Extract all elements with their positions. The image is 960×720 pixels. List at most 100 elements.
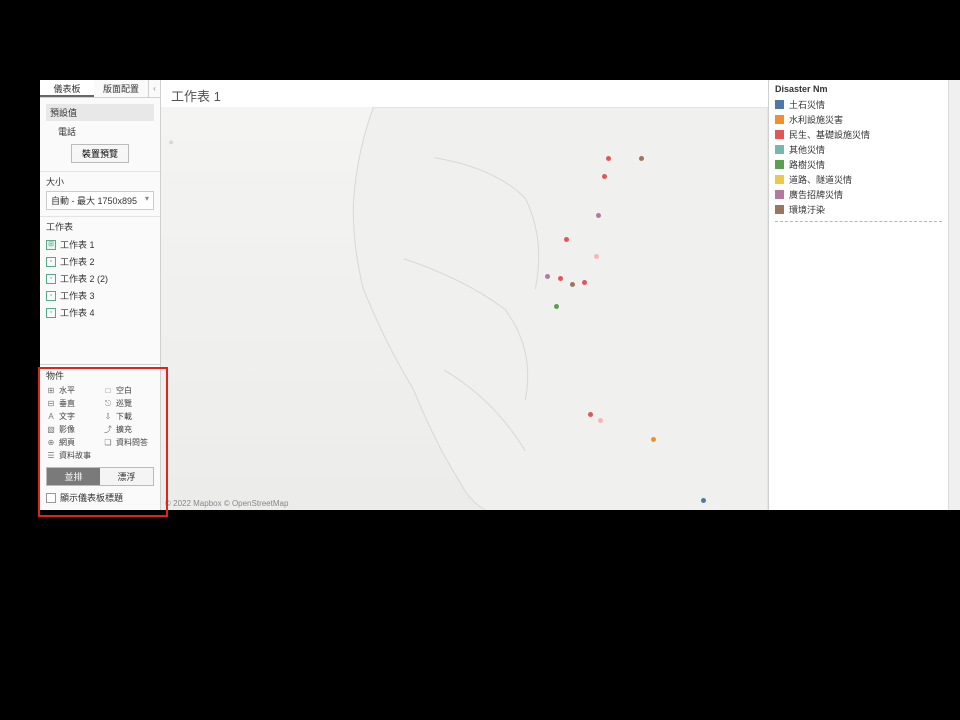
sheet-item[interactable]: ▫ 工作表 3 [46,287,154,304]
object-icon: ❏ [103,438,113,448]
sheet-title: 工作表 1 [161,80,768,107]
legend-item[interactable]: 道路、隧道災情 [775,172,942,187]
device-preview-button[interactable]: 裝置預覽 [71,144,129,163]
sheet-item[interactable]: ▫工作表 2 [46,253,154,270]
legend-label: 道路、隧道災情 [789,173,852,186]
sheet-icon: ▫ [46,308,56,318]
object-icon: A [46,412,56,422]
object-label: 巡覽 [116,398,132,409]
sheet-label: 工作表 1 [60,238,95,251]
mode-tiled-button[interactable]: 並排 [47,468,100,485]
object-label: 水平 [59,385,75,396]
map-attribution: © 2022 Mapbox © OpenStreetMap [165,499,288,508]
object-item[interactable]: ❏資料問答 [103,437,154,448]
object-label: 擴充 [116,424,132,435]
object-item[interactable]: ☰資料故事 [46,450,97,461]
object-item[interactable]: ⊞水平 [46,385,97,396]
object-item[interactable]: ⊕網頁 [46,437,97,448]
object-item[interactable]: ▧影像 [46,424,97,435]
legend-title: Disaster Nm [775,84,942,94]
taiwan-outline [161,107,768,510]
show-title-checkbox[interactable] [46,493,56,503]
legend-swatch [775,145,784,154]
legend-label: 土石災情 [789,98,825,111]
legend-item[interactable]: 土石災情 [775,97,942,112]
size-label: 大小 [40,171,160,189]
legend-swatch [775,205,784,214]
objects-title: 物件 [46,369,154,382]
legend-divider [775,221,942,222]
legend-label: 水利設施災害 [789,113,843,126]
object-icon: ⇩ [103,412,113,422]
object-label: 資料問答 [116,437,148,448]
tab-dashboard[interactable]: 儀表板 [40,80,94,97]
object-icon: ⊕ [46,438,56,448]
object-item[interactable]: ⇩下載 [103,411,154,422]
objects-panel: 物件 ⊞水平 □空白 ⊟垂直 ⎋巡覽 A文字 ⇩下載 ▧影像 ⤴擴充 ⊕網頁 ❏資料問答 ☰資料故事… [40,364,160,510]
data-point[interactable] [588,412,593,417]
legend-swatch [775,175,784,184]
object-label: 資料故事 [59,450,91,461]
legend-swatch [775,160,784,169]
legend-label: 廣告招牌災情 [789,188,843,201]
object-label: 網頁 [59,437,75,448]
object-item[interactable]: ⊟垂直 [46,398,97,409]
data-point[interactable] [564,237,569,242]
object-item[interactable]: ⎋巡覽 [103,398,154,409]
sheet-item[interactable]: ⊞工作表 1 [46,236,154,253]
legend-item[interactable]: 水利設施災害 [775,112,942,127]
object-item[interactable]: ⤴擴充 [103,424,154,435]
main-area: 工作表 1 © 2022 Mapbox © OpenStreetMap [161,80,768,510]
scrollbar[interactable] [948,80,960,510]
data-point[interactable] [602,174,607,179]
legend-swatch [775,100,784,109]
data-point[interactable] [639,156,644,161]
sheet-icon: ▫ [46,274,56,284]
sheet-item[interactable]: ▫ 工作表 4 [46,304,154,321]
object-label: 空白 [116,385,132,396]
object-item[interactable]: A文字 [46,411,97,422]
data-point[interactable] [651,437,656,442]
sheet-label: 工作表 3 [60,289,95,302]
size-select[interactable]: 自動 - 最大 1750x895 [46,191,154,210]
data-point[interactable] [570,282,575,287]
object-item[interactable]: □空白 [103,385,154,396]
legend-panel: Disaster Nm 土石災情水利設施災害民生、基礎設施災情其他災情路樹災情道… [768,80,948,510]
data-point[interactable] [554,304,559,309]
object-label: 垂直 [59,398,75,409]
object-icon: ⊞ [46,386,56,396]
legend-item[interactable]: 民生、基礎設施災情 [775,127,942,142]
data-point[interactable] [582,280,587,285]
sidebar: 儀表板 版面配置 ‹ 預設值 電話 裝置預覽 大小 自動 - 最大 1750x8… [40,80,161,510]
mode-float-button[interactable]: 漂浮 [100,468,153,485]
object-icon: ⊟ [46,399,56,409]
legend-swatch [775,130,784,139]
legend-item[interactable]: 其他災情 [775,142,942,157]
legend-item[interactable]: 路樹災情 [775,157,942,172]
sheet-item[interactable]: ▫工作表 2 (2) [46,270,154,287]
legend-label: 路樹災情 [789,158,825,171]
tab-layout[interactable]: 版面配置 [94,80,148,97]
object-icon: ☰ [46,451,56,461]
legend-label: 其他災情 [789,143,825,156]
legend-swatch [775,115,784,124]
data-point[interactable] [558,276,563,281]
map-canvas[interactable]: © 2022 Mapbox © OpenStreetMap [161,107,768,510]
sheet-icon: ▫ [46,257,56,267]
sheet-label: 工作表 4 [60,306,95,319]
legend-item[interactable]: 廣告招牌災情 [775,187,942,202]
legend-swatch [775,190,784,199]
object-icon: ▧ [46,425,56,435]
collapse-sidebar-button[interactable]: ‹ [148,80,160,97]
data-point[interactable] [598,418,603,423]
sheets-label: 工作表 [40,216,160,234]
legend-item[interactable]: 環境汙染 [775,202,942,217]
preset-default[interactable]: 預設值 [46,104,154,121]
show-title-label: 顯示儀表板標題 [60,491,123,504]
legend-label: 環境汙染 [789,203,825,216]
sheet-icon: ▫ [46,291,56,301]
object-label: 文字 [59,411,75,422]
object-icon: □ [103,386,113,396]
preset-phone[interactable]: 電話 [46,123,154,140]
object-label: 影像 [59,424,75,435]
